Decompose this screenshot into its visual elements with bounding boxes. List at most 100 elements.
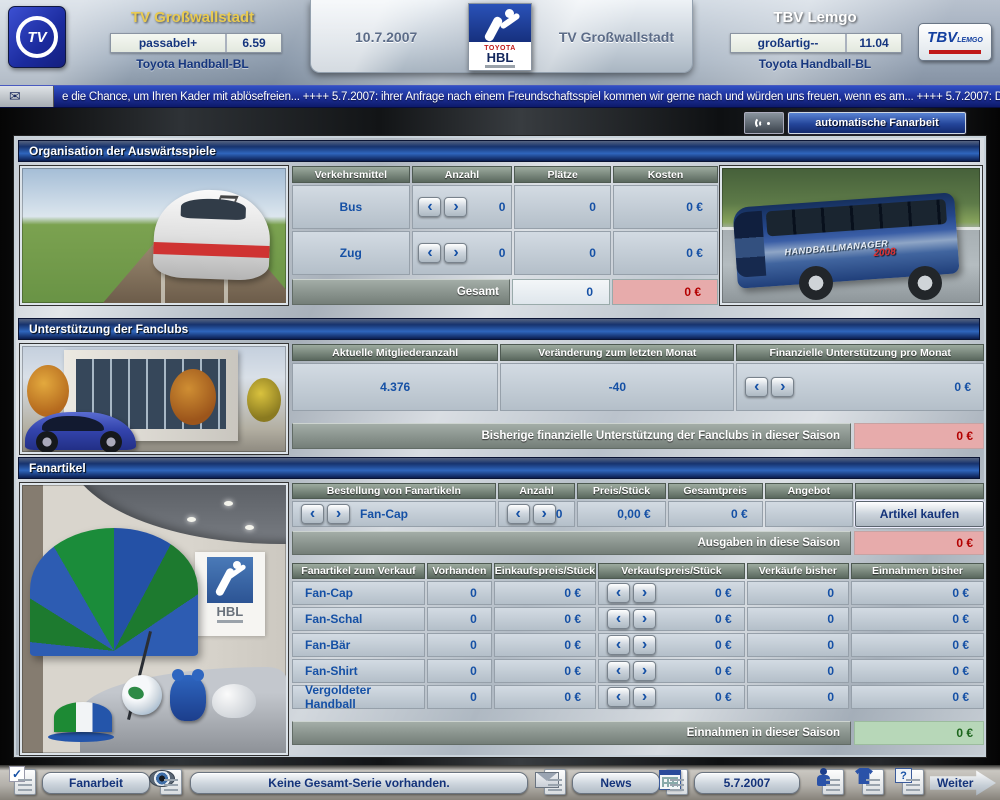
home-rating: 6.59 xyxy=(227,34,281,52)
sale-row-revenue: 0 € xyxy=(851,633,984,657)
support-increase-button[interactable]: › xyxy=(771,377,794,397)
vk-decrease-button[interactable]: ‹ xyxy=(607,609,630,629)
help-doc-icon-button[interactable]: ? xyxy=(902,769,924,795)
news-ticker: ✉ e die Chance, um Ihren Kader mit ablös… xyxy=(0,85,1000,108)
order-anzahl-value: 0 xyxy=(556,507,575,521)
order-summary-label: Ausgaben in diese Saison xyxy=(292,531,851,555)
vk-decrease-button[interactable]: ‹ xyxy=(607,583,630,603)
home-club-logo: TV xyxy=(8,6,66,68)
sale-row-vk: 0 € xyxy=(656,638,744,652)
sale-row-vk: 0 € xyxy=(656,664,744,678)
screen-bezel: automatische Fanarbeit Organisation der … xyxy=(0,108,1000,765)
away-club-logo: TBVLEMGO xyxy=(918,23,992,61)
bus-increase-button[interactable]: › xyxy=(444,197,467,217)
sale-row-ek: 0 € xyxy=(494,607,596,631)
fanclub-col-support: Finanzielle Unterstützung pro Monat xyxy=(736,344,984,361)
home-mood-label: passabel+ xyxy=(111,34,227,52)
auto-fanarbeit-icon-button[interactable] xyxy=(744,112,784,134)
sale-row-vk-cell: ‹ › 0 € xyxy=(598,685,745,709)
artikel-kaufen-button[interactable]: Artikel kaufen xyxy=(855,501,984,527)
sale-col-vorhanden: Vorhanden xyxy=(427,563,492,579)
fanarbeit-doc-icon: ✓ xyxy=(14,769,36,795)
vk-increase-button[interactable]: › xyxy=(633,609,656,629)
order-preis-value: 0,00 € xyxy=(577,501,665,527)
away-mood-box: großartig-- 11.04 xyxy=(730,33,902,53)
travel-row-name: Zug xyxy=(292,231,410,275)
sale-row-sales: 0 xyxy=(747,607,849,631)
sale-col-revenue: Einnahmen bisher xyxy=(851,563,984,579)
vk-decrease-button[interactable]: ‹ xyxy=(607,661,630,681)
sale-row-revenue: 0 € xyxy=(851,607,984,631)
sale-row-vorhanden: 0 xyxy=(427,607,492,631)
sale-col-vk: Verkaufspreis/Stück xyxy=(598,563,745,579)
match-header: TV TV Großwallstadt passabel+ 6.59 Toyot… xyxy=(0,0,1000,85)
away-rating: 11.04 xyxy=(847,34,901,52)
vk-increase-button[interactable]: › xyxy=(633,635,656,655)
support-decrease-button[interactable]: ‹ xyxy=(745,377,768,397)
zug-anzahl-value: 0 xyxy=(475,246,505,260)
order-decrease-button[interactable]: ‹ xyxy=(507,504,530,524)
home-club-logo-initials: TV xyxy=(16,16,58,58)
fanclub-col-members: Aktuelle Mitgliederanzahl xyxy=(292,344,498,361)
sale-row-name: Fan-Cap xyxy=(292,581,425,605)
jersey-doc-icon-button[interactable] xyxy=(862,769,884,795)
fanclub-summary-label: Bisherige finanzielle Unterstützung der … xyxy=(292,423,851,449)
bus-kosten-value: 0 € xyxy=(613,185,718,229)
travel-col-verkehrsmittel: Verkehrsmittel xyxy=(292,166,410,183)
sale-col-sales: Verkäufe bisher xyxy=(747,563,849,579)
sale-row-ek: 0 € xyxy=(494,685,596,709)
calendar-doc-icon xyxy=(666,769,688,795)
sale-row-sales: 0 xyxy=(747,633,849,657)
order-angebot-cell xyxy=(765,501,853,527)
zug-increase-button[interactable]: › xyxy=(444,243,467,263)
bus-image: HANDBALLMANAGER 2008 xyxy=(720,166,982,305)
news-button[interactable]: News xyxy=(572,772,660,794)
sale-row-vorhanden: 0 xyxy=(427,633,492,657)
fanclub-change-value: -40 xyxy=(500,363,734,411)
order-col-item: Bestellung von Fanartikeln xyxy=(292,483,496,499)
hbl-name-text: HBL xyxy=(487,52,514,64)
vk-decrease-button[interactable]: ‹ xyxy=(607,635,630,655)
hand-waves-icon xyxy=(755,116,773,130)
home-team-name: TV Großwallstadt xyxy=(75,9,310,26)
vk-increase-button[interactable]: › xyxy=(633,583,656,603)
sale-row-sales: 0 xyxy=(747,659,849,683)
order-item-cell: ‹ › Fan-Cap xyxy=(292,501,496,527)
weiter-button[interactable]: Weiter xyxy=(930,770,996,796)
order-item-name: Fan-Cap xyxy=(360,507,408,521)
sale-row-name: Fan-Bär xyxy=(292,633,425,657)
fanclub-col-change: Veränderung zum letzten Monat xyxy=(500,344,734,361)
envelope-icon xyxy=(535,772,559,788)
sale-row-name: Fan-Schal xyxy=(292,607,425,631)
sale-row-vorhanden: 0 xyxy=(427,685,492,709)
series-doc-icon xyxy=(160,769,182,795)
order-increase-button[interactable]: › xyxy=(533,504,556,524)
fanartikel-order-table: Bestellung von Fanartikeln Anzahl Preis/… xyxy=(292,483,984,527)
travel-col-kosten: Kosten xyxy=(613,166,718,183)
fanarbeit-button[interactable]: Fanarbeit xyxy=(42,772,150,794)
item-prev-button[interactable]: ‹ xyxy=(301,504,324,524)
vk-decrease-button[interactable]: ‹ xyxy=(607,687,630,707)
vk-increase-button[interactable]: › xyxy=(633,661,656,681)
fanclub-support-value: 0 € xyxy=(794,380,983,394)
travel-total-row: Gesamt 0 0 € xyxy=(292,279,718,305)
sale-summary-row: Einnahmen in dieser Saison 0 € xyxy=(292,721,984,745)
fanclub-summary-row: Bisherige finanzielle Unterstützung der … xyxy=(292,423,984,449)
bus-decrease-button[interactable]: ‹ xyxy=(418,197,441,217)
sale-row-ek: 0 € xyxy=(494,633,596,657)
zug-decrease-button[interactable]: ‹ xyxy=(418,243,441,263)
sale-row-name: Fan-Shirt xyxy=(292,659,425,683)
auto-fanarbeit-button[interactable]: automatische Fanarbeit xyxy=(788,112,966,134)
order-col-empty xyxy=(855,483,984,499)
order-summary-row: Ausgaben in diese Saison 0 € xyxy=(292,531,984,555)
sale-row-vk: 0 € xyxy=(656,586,744,600)
travel-total-plaetze: 0 xyxy=(512,279,610,305)
series-status-bar[interactable]: Keine Gesamt-Serie vorhanden. xyxy=(190,772,528,794)
travel-total-label: Gesamt xyxy=(292,279,510,305)
eye-icon xyxy=(149,770,175,787)
player-doc-icon-button[interactable] xyxy=(822,769,844,795)
vk-increase-button[interactable]: › xyxy=(633,687,656,707)
zug-kosten-value: 0 € xyxy=(613,231,718,275)
date-button[interactable]: 5.7.2007 xyxy=(694,772,800,794)
item-next-button[interactable]: › xyxy=(327,504,350,524)
